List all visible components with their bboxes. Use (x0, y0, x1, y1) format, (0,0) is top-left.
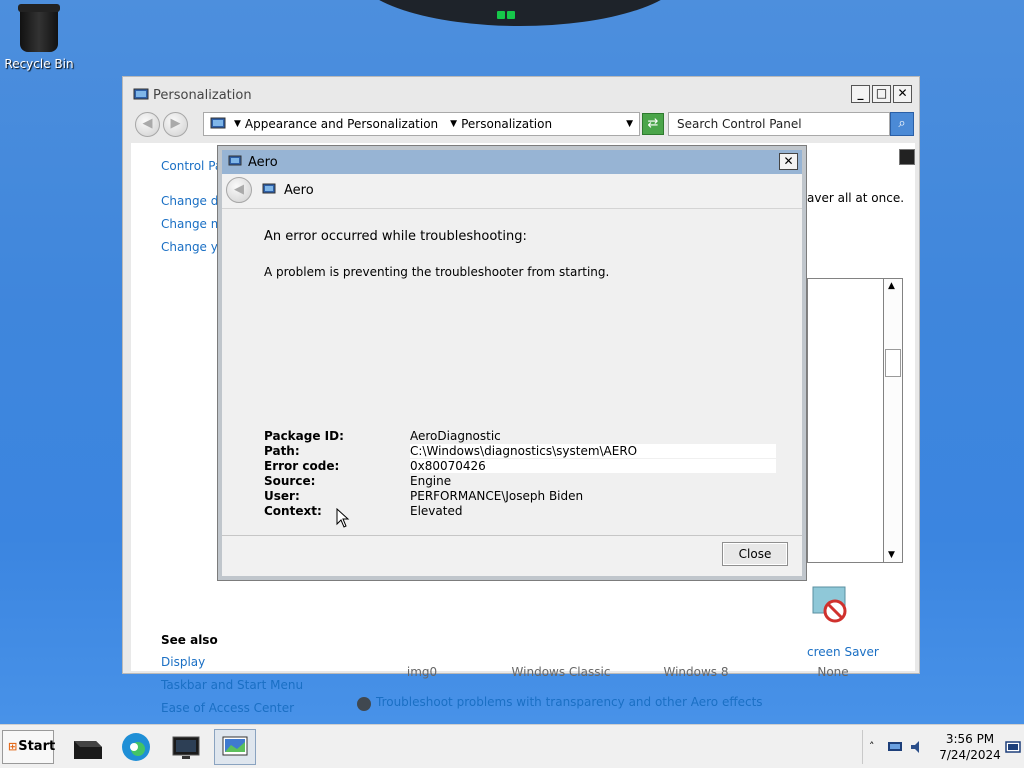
detail-key: Path: (264, 444, 300, 458)
dialog-title: Aero (248, 154, 278, 170)
see-also-display-link[interactable]: Display (161, 655, 205, 669)
address-history-dropdown-icon[interactable]: ▼ (626, 119, 633, 129)
dialog-back-button[interactable]: ◀ (226, 177, 252, 203)
detail-row: Package ID: AeroDiagnostic (264, 429, 778, 444)
error-message: A problem is preventing the troubleshoot… (264, 265, 610, 279)
dialog-nav-bar: ◀ Aero (222, 174, 802, 206)
sidebar-link-control-panel-home[interactable]: Control Pa (161, 159, 222, 173)
breadcrumb-personalization[interactable]: Personalization (461, 117, 552, 131)
clock-time[interactable]: 3:56 PM (945, 732, 995, 746)
window-title-bar: Personalization (133, 83, 252, 107)
notch-indicator-icon (497, 8, 527, 19)
start-button[interactable]: ⊞Start (2, 730, 56, 764)
close-button[interactable]: ✕ (893, 85, 912, 103)
screen-saver-value: None (817, 665, 849, 679)
screen-saver-link[interactable]: creen Saver (807, 645, 879, 659)
detail-value: Elevated (410, 504, 463, 518)
network-icon[interactable] (887, 739, 903, 755)
notifications-icon[interactable] (1005, 740, 1021, 756)
taskbar-item-personalization[interactable] (214, 729, 256, 765)
scroll-up-icon[interactable]: ▲ (888, 281, 895, 291)
taskbar-item-terminal[interactable] (66, 729, 108, 765)
see-also-taskbar-link[interactable]: Taskbar and Start Menu (161, 678, 303, 692)
control-panel-icon (210, 117, 226, 129)
troubleshooter-icon (228, 155, 242, 166)
sidebar-link-change-desktop-icons[interactable]: Change de (161, 194, 226, 208)
back-button[interactable]: ◀ (135, 112, 160, 137)
recycle-bin-desktop-icon[interactable]: Recycle Bin (4, 4, 74, 71)
detail-row: Error code: 0x80070426 (264, 459, 778, 474)
troubleshoot-shield-icon (357, 697, 371, 711)
detail-value: PERFORMANCE\Joseph Biden (410, 489, 584, 503)
show-hidden-icons-chevron-icon[interactable]: ˄ (869, 740, 875, 753)
detail-key: Source: (264, 474, 316, 488)
search-icon[interactable]: ⌕ (890, 112, 914, 136)
scroll-down-icon[interactable]: ▼ (888, 550, 895, 560)
trash-icon (18, 4, 60, 52)
detail-key: Context: (264, 504, 322, 518)
detail-row: User: PERFORMANCE\Joseph Biden (264, 489, 778, 504)
monitor-icon (172, 736, 200, 759)
breadcrumb-chevron-icon[interactable]: ▼ (450, 119, 457, 129)
taskbar: ⊞Start ˄ 3:56 PM 7/24/2024 (0, 724, 1024, 768)
sidebar-link-change-account-picture[interactable]: Change yo (161, 240, 225, 254)
taskbar-item-edge[interactable] (115, 729, 157, 765)
detail-row: Source: Engine (264, 474, 778, 489)
theme-label-windows-8: Windows 8 (663, 665, 729, 679)
edge-browser-icon (122, 733, 150, 761)
theme-label-img0: img0 (406, 665, 438, 679)
address-bar[interactable]: ▼ Appearance and Personalization ▼ Perso… (203, 112, 640, 136)
dialog-nav-label: Aero (284, 182, 314, 198)
dialog-title-bar: Aero ✕ (222, 150, 802, 174)
personalization-icon (133, 88, 149, 100)
dialog-body: An error occurred while troubleshooting:… (222, 208, 802, 536)
see-also-ease-of-access-link[interactable]: Ease of Access Center (161, 701, 294, 715)
detail-key: Package ID: (264, 429, 344, 443)
description-text: aver all at once. (807, 191, 905, 205)
maximize-button[interactable]: □ (872, 85, 891, 103)
clock-date[interactable]: 7/24/2024 (937, 748, 1003, 762)
detail-key: Error code: (264, 459, 340, 473)
troubleshoot-transparency-link[interactable]: Troubleshoot problems with transparency … (376, 695, 763, 709)
detail-value: C:\Windows\diagnostics\system\AERO (410, 444, 776, 458)
forward-button[interactable]: ▶ (163, 112, 188, 137)
taskbar-item-remote-desktop[interactable] (165, 729, 207, 765)
detail-key: User: (264, 489, 300, 503)
minimize-button[interactable]: _ (851, 85, 870, 103)
system-tray: ˄ 3:56 PM 7/24/2024 (862, 730, 1022, 764)
terminal-icon (74, 741, 102, 759)
breadcrumb-dropdown-icon[interactable]: ▼ (234, 119, 241, 129)
theme-list-scrollbar[interactable]: ▲ ▼ (883, 278, 903, 563)
address-row: ◀ ▶ ▼ Appearance and Personalization ▼ P… (133, 109, 917, 139)
detail-row: Path: C:\Windows\diagnostics\system\AERO (264, 444, 778, 459)
refresh-button[interactable]: ⇄ (642, 113, 664, 135)
detail-value: Engine (410, 474, 452, 488)
error-details: Package ID: AeroDiagnostic Path: C:\Wind… (264, 429, 778, 519)
screen-saver-icon[interactable] (811, 585, 851, 625)
recycle-bin-label: Recycle Bin (4, 57, 74, 71)
aero-troubleshooter-dialog: Aero ✕ ◀ Aero An error occurred while tr… (218, 146, 806, 580)
windows-flag-icon: ⊞ (8, 740, 18, 753)
start-label: Start (18, 739, 56, 754)
theme-label-windows-classic: Windows Classic (511, 665, 611, 679)
search-input[interactable]: Search Control Panel (668, 112, 890, 136)
window-title: Personalization (153, 87, 252, 103)
mouse-cursor-icon (336, 508, 350, 528)
help-icon[interactable] (899, 149, 915, 165)
personalization-taskbar-icon (222, 736, 248, 756)
dialog-close-button[interactable]: ✕ (779, 153, 798, 170)
error-heading: An error occurred while troubleshooting: (264, 229, 527, 244)
scroll-thumb[interactable] (885, 349, 901, 377)
see-also-heading: See also (161, 633, 218, 647)
aero-icon (262, 183, 276, 194)
detail-value: 0x80070426 (410, 459, 776, 473)
close-button[interactable]: Close (722, 542, 788, 566)
breadcrumb-appearance[interactable]: Appearance and Personalization (245, 117, 438, 131)
volume-icon[interactable] (909, 739, 925, 755)
sidebar-link-change-mouse-pointers[interactable]: Change m (161, 217, 222, 231)
detail-value: AeroDiagnostic (410, 429, 501, 443)
